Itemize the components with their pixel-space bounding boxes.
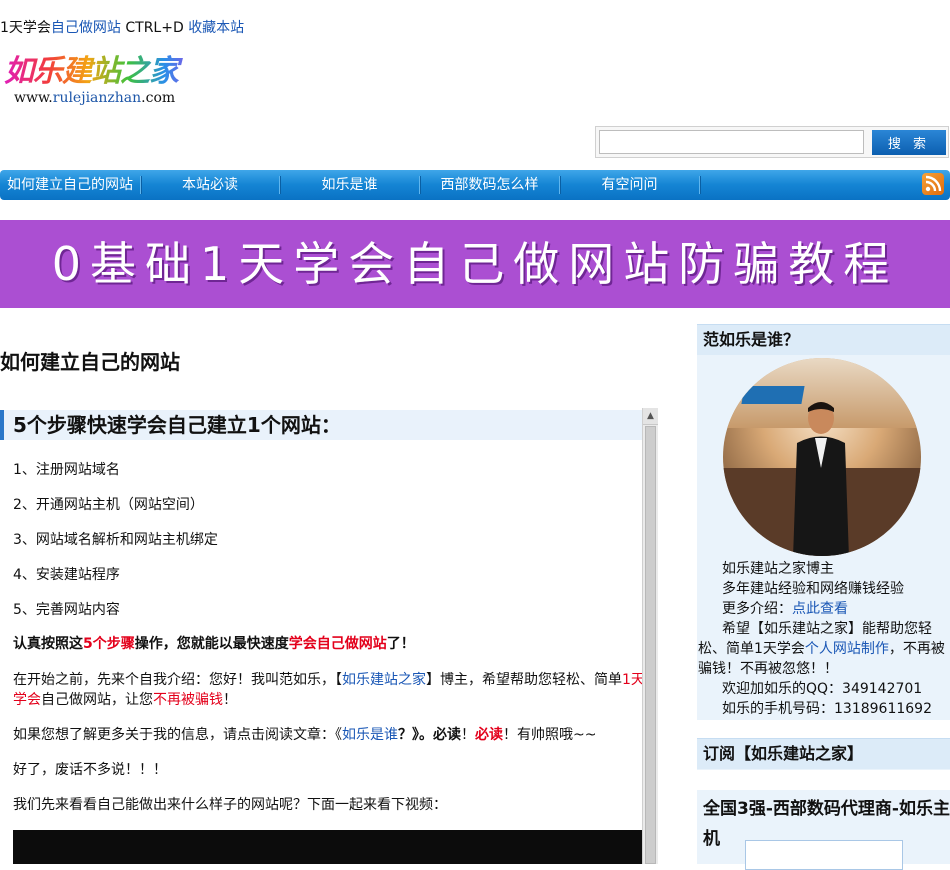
more-info-paragraph: 如果您想了解更多关于我的信息，请点击阅读文章：《如乐是谁？》。必读！必读！有帅照… [13,725,644,745]
step-item: 5、完善网站内容 [13,602,120,618]
personal-website-link[interactable]: 个人网站制作 [805,641,889,657]
author-avatar [723,358,921,556]
article-frame: 5个步骤快速学会自己建立1个网站： 1、注册网站域名 2、开通网站主机（网站空间… [0,408,658,864]
must-read-text: 必读 [433,727,461,743]
intro-paragraph: 在开始之前，先来个自我介绍：您好！我叫范如乐，【如乐建站之家】博主，希望帮助您轻… [13,670,644,710]
shortcut-text: CTRL+D [120,20,189,36]
article-content: 5个步骤快速学会自己建立1个网站： 1、注册网站域名 2、开通网站主机（网站空间… [0,408,644,864]
step-item: 2、开通网站主机（网站空间） [13,497,204,513]
nav-item-must-read[interactable]: 本站必读 [141,170,279,200]
learn-website-link[interactable]: 自己做网站 [51,20,121,36]
paragraph: 我们先来看看自己能做出来什么样子的网站呢？下面一起来看下视频： [13,797,447,813]
highlight-text: 学会 [13,692,41,708]
scroll-up-arrow-icon[interactable]: ▲ [643,408,658,425]
rss-icon[interactable] [922,173,944,195]
step-item: 4、安装建站程序 [13,567,120,583]
step-item: 3、网站域名解析和网站主机绑定 [13,532,218,548]
banner-text: 0基础1天学会自己做网站防骗教程 [51,237,899,291]
who-is-rule-link[interactable]: 如乐是谁 [342,727,398,743]
text-fragment: ！ [461,727,475,743]
text-fragment: 自己做网站，让您 [41,692,153,708]
logo-url: www.rulejianzhan.com [14,90,204,106]
about-widget: 范如乐是谁？ 如乐建站之家博主 多年建站经验和网络赚钱经验 更多介绍：点此查看 … [697,324,950,720]
scrollbar[interactable]: ▲ [642,408,658,864]
logo-title: 如乐建站之家 [4,54,204,90]
logo-url-suffix: .com [141,90,176,106]
highlight-text: 1天 [622,672,644,688]
scrollbar-thumb[interactable] [645,426,656,864]
text-fragment: 松、简单1天学会 [698,641,805,657]
dealer-widget: 全国3强-西部数码代理商-如乐主 机 [697,790,950,870]
dealer-banner-image[interactable] [745,840,903,870]
bookmark-link[interactable]: 收藏本站 [188,20,244,36]
search-button[interactable]: 搜 索 [872,130,946,155]
search-bar: 搜 索 [595,126,949,158]
author-wish-end: 骗钱！不再被忽悠！！ [698,661,838,677]
dealer-title-line1: 全国3强-西部数码代理商-如乐主 [703,799,950,819]
logo-url-prefix: www. [14,90,53,106]
logo-url-domain: rulejianzhan [52,90,142,106]
video-player[interactable] [13,830,642,864]
text-fragment: 在开始之前，先来个自我介绍：您好！我叫范如乐，【 [13,672,342,688]
view-more-link[interactable]: 点此查看 [792,601,848,617]
site-logo[interactable]: 如乐建站之家 www.rulejianzhan.com [4,54,204,109]
search-input[interactable] [599,130,864,154]
about-widget-title: 范如乐是谁？ [697,324,950,355]
text-fragment: 更多介绍： [722,601,792,617]
top-prefix: 1天学会 [0,20,51,36]
nav-item-who-is-rule[interactable]: 如乐是谁 [280,170,419,200]
author-title: 如乐建站之家博主 [722,561,834,577]
text-fragment: 操作，您就能以最快速度 [134,636,289,652]
phone-contact: 如乐的手机号码：13189611692 [722,701,932,717]
main-nav: 如何建立自己的网站 本站必读 如乐是谁 西部数码怎么样 有空问问 [0,170,950,200]
top-bookmark-bar: 1天学会自己做网站 CTRL+D 收藏本站 [0,19,244,37]
text-fragment: ，不再被 [888,641,945,657]
section-heading: 5个步骤快速学会自己建立1个网站： [0,410,642,440]
step-item: 1、注册网站域名 [13,462,120,478]
hero-banner[interactable]: 0基础1天学会自己做网站防骗教程 [0,220,950,308]
nav-divider [699,176,701,194]
highlight-text: 学会自己做网站 [288,636,387,652]
text-fragment: ！有帅照哦~~ [503,727,597,743]
paragraph: 好了，废话不多说！！！ [13,762,167,778]
highlight-text: 不再被骗钱 [153,692,223,708]
author-wish-cont: 松、简单1天学会个人网站制作，不再被 [698,639,945,659]
text-fragment: 了！ [386,636,415,652]
highlight-text: 必读 [475,727,503,743]
text-fragment: 认真按照这 [13,636,83,652]
page-title: 如何建立自己的网站 [0,350,180,374]
text-fragment: ！ [223,692,237,708]
nav-item-west-digital[interactable]: 西部数码怎么样 [420,170,559,200]
text-fragment: ？》。 [398,727,433,743]
text-fragment: 如果您想了解更多关于我的信息，请点击阅读文章：《 [13,727,342,743]
nav-item-ask-questions[interactable]: 有空问问 [560,170,699,200]
nav-item-build-website[interactable]: 如何建立自己的网站 [0,170,140,200]
text-fragment: 】博主，希望帮助您轻松、简单 [426,672,622,688]
qq-contact: 欢迎加如乐的QQ：349142701 [722,681,923,697]
author-experience: 多年建站经验和网络赚钱经验 [722,581,904,597]
instruction-paragraph: 认真按照这5个步骤操作，您就能以最快速度学会自己做网站了！ [13,634,644,654]
subscribe-widget-title: 订阅【如乐建站之家】 [697,738,950,769]
more-intro: 更多介绍：点此查看 [722,599,848,619]
highlight-text: 5个步骤 [83,636,135,652]
author-wish: 希望【如乐建站之家】能帮助您轻 [722,621,932,637]
site-name-link[interactable]: 如乐建站之家 [342,672,426,688]
subscribe-widget: 订阅【如乐建站之家】 [697,738,950,770]
